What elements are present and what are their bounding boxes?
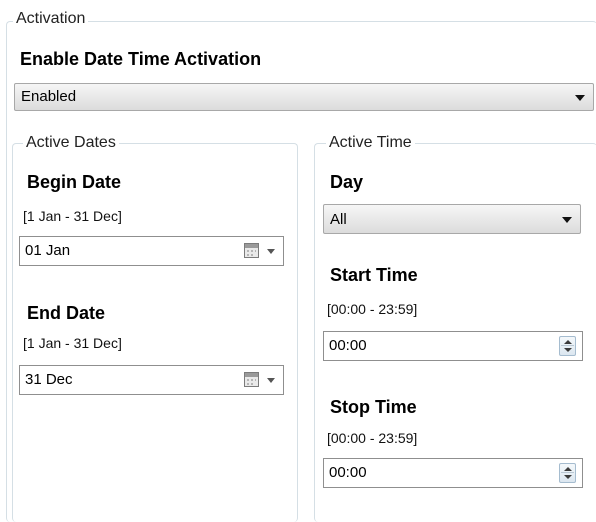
- activation-group-title: Activation: [13, 9, 89, 29]
- begin-date-picker[interactable]: 01 Jan: [19, 236, 284, 266]
- end-date-range-hint: [1 Jan - 31 Dec]: [23, 335, 122, 351]
- active-dates-group: [12, 143, 298, 522]
- begin-date-label: Begin Date: [27, 172, 122, 192]
- spinner-up-icon[interactable]: [564, 467, 572, 471]
- stop-time-range-hint: [00:00 - 23:59]: [327, 430, 418, 446]
- spinner-down-icon[interactable]: [564, 475, 572, 479]
- begin-date-range-hint: [1 Jan - 31 Dec]: [23, 208, 122, 224]
- end-date-label: End Date: [27, 303, 106, 323]
- spinner-updown-icon[interactable]: [559, 336, 576, 356]
- chevron-down-icon: [575, 95, 585, 101]
- end-date-value: 31 Dec: [25, 371, 73, 388]
- spinner-divider: [561, 472, 574, 473]
- chevron-down-icon[interactable]: [267, 249, 275, 254]
- end-date-picker[interactable]: 31 Dec: [19, 365, 284, 395]
- spinner-down-icon[interactable]: [564, 348, 572, 352]
- enable-activation-value: Enabled: [21, 88, 77, 105]
- enable-activation-dropdown[interactable]: Enabled: [14, 83, 594, 111]
- chevron-down-icon: [562, 217, 572, 223]
- day-dropdown[interactable]: All: [323, 204, 581, 234]
- stop-time-value: 00:00: [329, 464, 367, 481]
- day-label: Day: [330, 172, 364, 192]
- enable-activation-label: Enable Date Time Activation: [20, 49, 262, 69]
- stop-time-spinner[interactable]: 00:00: [323, 458, 583, 488]
- start-time-value: 00:00: [329, 337, 367, 354]
- start-time-label: Start Time: [330, 265, 418, 285]
- begin-date-value: 01 Jan: [25, 242, 71, 259]
- calendar-icon[interactable]: [244, 372, 259, 387]
- chevron-down-icon[interactable]: [267, 378, 275, 383]
- active-dates-group-title: Active Dates: [23, 133, 119, 153]
- calendar-icon[interactable]: [244, 243, 259, 258]
- spinner-updown-icon[interactable]: [559, 463, 576, 483]
- start-time-spinner[interactable]: 00:00: [323, 331, 583, 361]
- active-time-group-title: Active Time: [326, 133, 415, 153]
- day-value: All: [330, 211, 347, 228]
- spinner-up-icon[interactable]: [564, 340, 572, 344]
- start-time-range-hint: [00:00 - 23:59]: [327, 301, 418, 317]
- spinner-divider: [561, 345, 574, 346]
- stop-time-label: Stop Time: [330, 397, 417, 417]
